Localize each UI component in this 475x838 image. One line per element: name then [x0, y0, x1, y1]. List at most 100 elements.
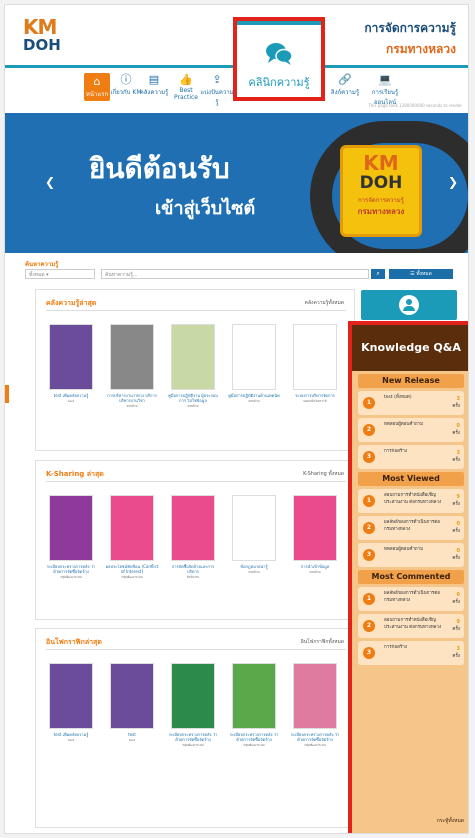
qa-item-title: test (ทั้งหมด) [384, 395, 412, 400]
qa-rank-badge: 2 [363, 522, 375, 534]
content-section: คลังความรู้ล่าสุด คลังความรู้ทั้งหมด tes… [35, 289, 355, 451]
card-title: ระเบียบกระทรวงการคลัง ว่าด้วยการจัดซื้อจ… [229, 732, 279, 742]
advanced-search-button[interactable]: ☰ ทั้งหมด [389, 269, 453, 279]
qa-item[interactable]: 2 สอบถามการทำหนังสือเชิญ ประสานงาน ต่อกร… [358, 614, 464, 638]
content-card[interactable]: การนำเข้าข้อมูล ครบถ้วน [288, 495, 342, 575]
qa-item-title: ผลลัพธ์ของการดำเนินการต่อกรมทางหลวง [384, 591, 440, 603]
card-subtitle: ครบถ้วน [187, 404, 199, 408]
content-card[interactable]: ผลประโยชน์ทับซ้อน (Conflict of Interest)… [105, 495, 159, 580]
card-subtitle: กลุ่มพัฒนาระบบ [121, 575, 143, 579]
card-thumbnail [293, 663, 337, 729]
card-thumbnail [171, 324, 215, 390]
banner-next-icon[interactable]: ❯ [448, 175, 458, 189]
qa-rank-badge: 2 [363, 620, 375, 632]
qa-title: Knowledge Q&A [352, 325, 468, 371]
content-card[interactable]: ข้อกฎหมายน่ารู้ ครบถ้วน [227, 495, 281, 575]
content-card[interactable]: test เพิ่มคลังความรู้ test [44, 324, 98, 403]
card-thumbnail [232, 495, 276, 561]
card-thumbnail [171, 495, 215, 561]
qa-rank-badge: 3 [363, 549, 375, 561]
qa-item[interactable]: 1 สอบถามการทำหนังสือเชิญ ประสานงาน ต่อกร… [358, 489, 464, 513]
section-view-all-link[interactable]: คลังความรู้ทั้งหมด [305, 299, 344, 307]
user-icon [399, 295, 419, 315]
qa-group-heading: New Release [358, 374, 464, 388]
card-subtitle: ครบถ้วน [309, 570, 321, 574]
content-card[interactable]: ระบบการบริหารจัดการ แผนกนักวิเคราะห์ [288, 324, 342, 404]
nav-item-home[interactable]: ⌂ หน้าแรก [84, 73, 110, 101]
nav-item-elearning[interactable]: 💻 การเรียนรู้ออนไลน์ [361, 73, 409, 107]
section-title: อินโฟกราฟิกล่าสุด [46, 638, 102, 646]
banner-subtitle: เข้าสู่เว็บไซต์ [155, 198, 256, 219]
side-tab[interactable] [5, 385, 9, 403]
card-subtitle: test [68, 399, 74, 403]
card-subtitle: กลุ่มพัฒนาระบบ [60, 575, 82, 579]
profile-button[interactable] [361, 290, 457, 320]
qa-rank-badge: 1 [363, 397, 375, 409]
qa-item[interactable]: 1 ผลลัพธ์ของการดำเนินการต่อกรมทางหลวง 0ค… [358, 587, 464, 611]
qa-item-title: ทดสอบผู้ตอบคำถาม [384, 422, 424, 427]
qa-item-count: 9 ครั้ง [452, 494, 460, 507]
content-card[interactable]: ระเบียบกระทรวงการคลัง ว่าด้วยการจัดซื้อจ… [288, 663, 342, 748]
content-card[interactable]: คู่มือการปฏิบัติงาน ผู้ประกอบการ ไม่ใช่ข… [166, 324, 220, 409]
content-card[interactable]: ระเบียบกระทรวงการคลัง ว่าด้วยการจัดซื้อจ… [227, 663, 281, 748]
qa-rank-badge: 3 [363, 451, 375, 463]
card-thumbnail [110, 663, 154, 729]
card-subtitle: test [68, 738, 74, 742]
qa-item-title: สอบถามการทำหนังสือเชิญ ประสานงาน ต่อกรมท… [384, 493, 442, 505]
content-card[interactable]: ระเบียบกระทรวงการคลัง ว่าด้วยการจัดซื้อจ… [44, 495, 98, 580]
banner-prev-icon[interactable]: ❮ [45, 175, 55, 189]
nav-item-library[interactable]: ▤ คลังความรู้ [136, 73, 172, 97]
qa-item-count: 0 ครั้ง [452, 521, 460, 534]
card-title: การบริหารงานวาทาง บริการบริหารงานวิชา [107, 393, 157, 403]
content-card[interactable]: การจัดซื้อจัดจ้างและการบริหาร สำนักงาน [166, 495, 220, 580]
knowledge-clinic-button[interactable]: คลินิกความรู้ [233, 17, 325, 101]
card-thumbnail [110, 495, 154, 561]
card-title: test เพิ่มคลังความรู้ [53, 393, 89, 398]
content-card[interactable]: test test [105, 663, 159, 742]
site-brand: การจัดการความรู้ กรมทางหลวง [364, 19, 456, 59]
nav-item-links[interactable]: 🔗 ลิงก์ความรู้ [327, 73, 363, 97]
banner-title: ยินดีต้อนรับ [89, 152, 230, 185]
section-view-all-link[interactable]: อินโฟกราฟิกทั้งหมด [301, 638, 344, 646]
qa-item[interactable]: 3 การก่อสร้าง 3 ครั้ง [358, 445, 464, 469]
nav-item-sharing[interactable]: ⇪ แบ่งปันความรู้ [199, 73, 235, 107]
qa-item[interactable]: 3 การก่อสร้าง 3 ครั้ง [358, 641, 464, 665]
welcome-banner: ❮ ยินดีต้อนรับ เข้าสู่เว็บไซต์ KM DOH กา… [5, 113, 468, 253]
search-category-select[interactable]: ทั้งหมด ▾ [25, 269, 95, 279]
card-title: test [128, 732, 136, 737]
logo-km: KM [23, 15, 57, 39]
content-card[interactable]: การบริหารงานวาทาง บริการบริหารงานวิชา คร… [105, 324, 159, 409]
card-title: ผลประโยชน์ทับซ้อน (Conflict of Interest) [105, 564, 159, 574]
card-title: ระเบียบกระทรวงการคลัง ว่าด้วยการจัดซื้อจ… [46, 564, 96, 574]
qa-item-count: 9 ครั้ง [452, 619, 460, 632]
qa-item[interactable]: 2 ผลลัพธ์ของการดำเนินการต่อกรมทางหลวง 0ค… [358, 516, 464, 540]
knowledge-qa-panel: Knowledge Q&A New Release 1 test (ทั้งหมด… [348, 321, 468, 833]
qa-item-count: 0 ครั้ง [452, 592, 460, 605]
card-thumbnail [171, 663, 215, 729]
qa-item-count: 3 ครั้ง [452, 396, 460, 409]
qa-item[interactable]: 1 test (ทั้งหมด) 3 ครั้ง [358, 391, 464, 415]
card-title: การจัดซื้อจัดจ้างและการบริหาร [171, 564, 215, 574]
card-subtitle: กลุ่มพัฒนาระบบ [304, 743, 326, 747]
content-section: อินโฟกราฟิกล่าสุด อินโฟกราฟิกทั้งหมด tes… [35, 628, 355, 828]
card-subtitle: test [129, 738, 135, 742]
section-view-all-link[interactable]: K-Sharing ทั้งหมด [303, 470, 344, 478]
qa-item[interactable]: 2 ทดสอบผู้ตอบคำถาม 0 ครั้ง [358, 418, 464, 442]
content-card[interactable]: test เพิ่มคลังความรู้ test [44, 663, 98, 742]
laptop-icon: 💻 [378, 73, 392, 86]
content-card[interactable]: ระเบียบกระทรวงการคลัง ว่าด้วยการจัดซื้อจ… [166, 663, 220, 748]
qa-item-count: 0 ครั้ง [452, 423, 460, 436]
chat-bubbles-icon [266, 43, 293, 65]
card-subtitle: สำนักงาน [186, 575, 200, 579]
banner-pager[interactable] [215, 241, 263, 244]
qa-item-title: ผลลัพธ์ของการดำเนินการต่อกรมทางหลวง [384, 520, 440, 532]
qa-view-all-link[interactable]: กระทู้ทั้งหมด [437, 817, 464, 825]
search-button[interactable]: ⌕ [371, 269, 385, 279]
search-input[interactable]: ค้นหาความรู้... [101, 269, 369, 279]
content-card[interactable]: คู่มือการปฏิบัติงานด้านเทคนิค ครบถ้วน [227, 324, 281, 404]
qa-item[interactable]: 3 ทดสอบผู้ตอบคำถาม 0 ครั้ง [358, 543, 464, 567]
card-title: ระเบียบกระทรวงการคลัง ว่าด้วยการจัดซื้อจ… [290, 732, 340, 742]
card-subtitle: กลุ่มพัฒนาระบบ [182, 743, 204, 747]
link-icon: 🔗 [338, 73, 352, 86]
site-logo[interactable]: KM DOH [23, 17, 63, 57]
